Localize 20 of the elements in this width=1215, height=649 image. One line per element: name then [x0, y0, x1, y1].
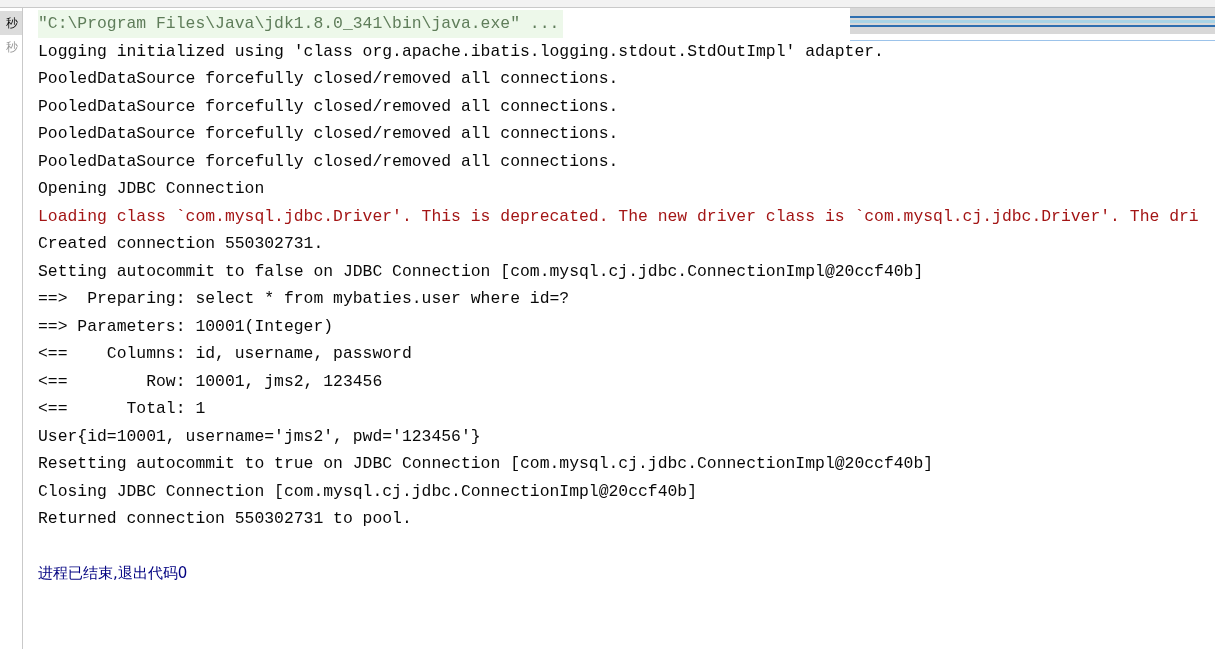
- console-line: PooledDataSource forcefully closed/removed all connections.: [38, 95, 619, 118]
- console-line: PooledDataSource forcefully closed/removed all connections.: [38, 150, 619, 173]
- console-line: PooledDataSource forcefully closed/removed all connections.: [38, 68, 619, 90]
- console-line: Logging initialized using 'class org.apache.ibatis.logging.stdout.StdOutImpl' adapter.: [38, 40, 884, 63]
- console-line: <== Total: 1: [38, 398, 206, 420]
- console-line: <== Row: 10001, jms2, 123456: [38, 370, 383, 393]
- error-line: Loading class `com.mysql.jdbc.Driver'. This is deprecated. The new driver class is `com.mysql.cj.jdbc.Driver'. The dri: [38, 205, 1199, 228]
- exit-message: 进程已结束,退出代码0: [38, 562, 188, 584]
- console-line: Returned connection 550302731 to pool.: [38, 508, 412, 530]
- console-line: Setting autocommit to false on JDBC Connection [com.mysql.cj.jdbc.ConnectionImpl@20ccf40b]: [38, 260, 924, 283]
- console-line: User{id=10001, username='jms2', pwd='123456'}: [38, 425, 481, 448]
- console-line: Resetting autocommit to true on JDBC Connection [com.mysql.cj.jdbc.ConnectionImpl@20ccf40b]: [38, 453, 934, 475]
- console-line: Closing JDBC Connection [com.mysql.cj.jdbc.ConnectionImpl@20ccf40b]: [38, 480, 697, 503]
- console-line: <== Columns: id, username, password: [38, 343, 412, 365]
- console-line: PooledDataSource forcefully closed/removed all connections.: [38, 123, 619, 145]
- console-line: ==> Preparing: select * from mybaties.user where id=?: [38, 288, 570, 310]
- console-line: ==> Parameters: 10001(Integer): [38, 315, 334, 338]
- gutter-label[interactable]: 秒: [0, 11, 22, 35]
- console-line: Opening JDBC Connection: [38, 178, 265, 200]
- console-line: Created connection 550302731.: [38, 233, 324, 255]
